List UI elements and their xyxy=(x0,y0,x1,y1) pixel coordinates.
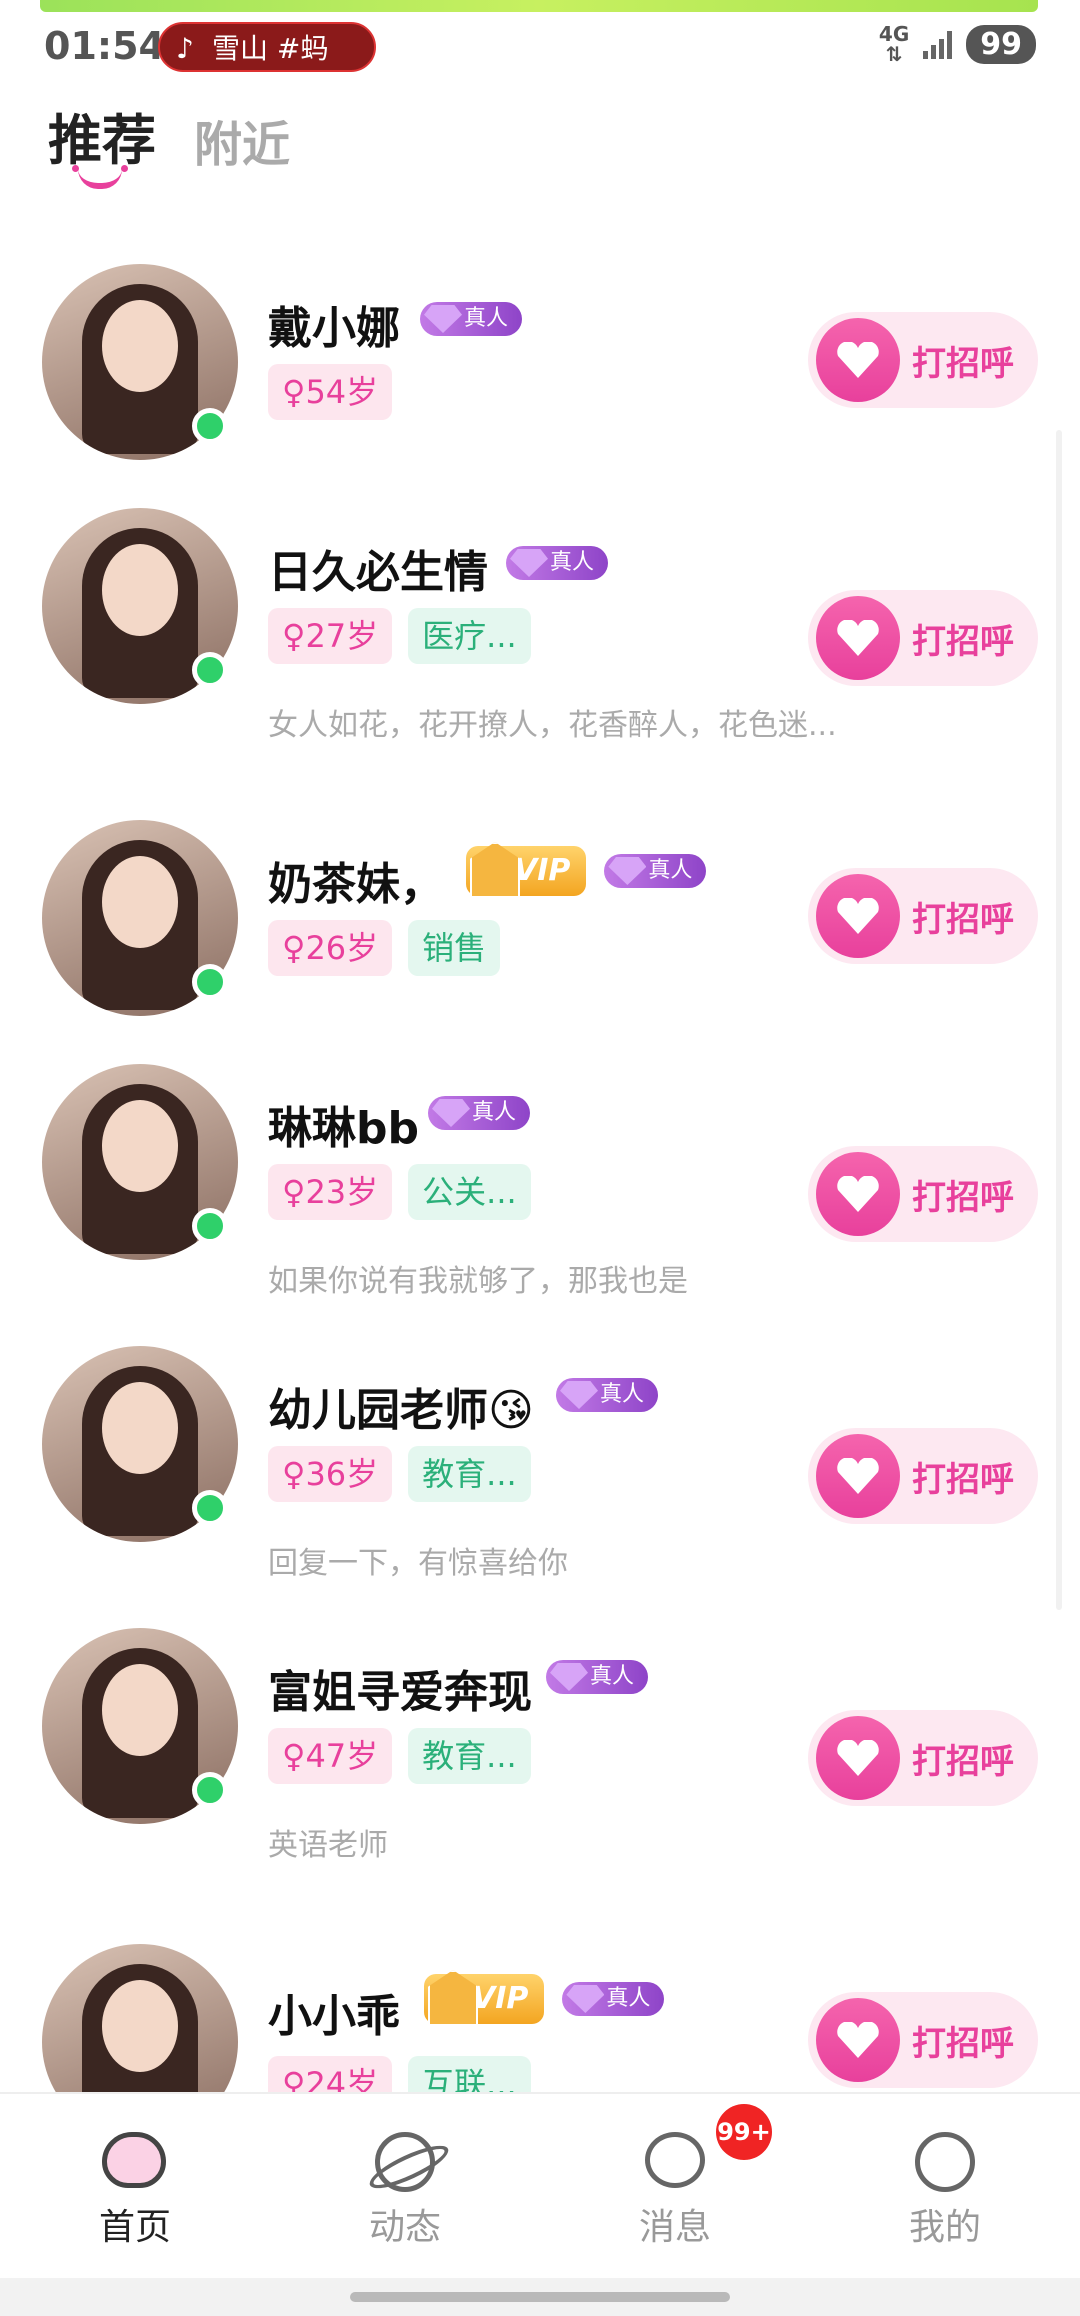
badges: 真人 xyxy=(428,1096,531,1130)
badges: VIP 真人 xyxy=(424,1970,665,2026)
age-tag: ♀23岁 xyxy=(268,1164,393,1220)
online-status-dot xyxy=(192,1208,228,1244)
battery-indicator: 99 xyxy=(966,24,1036,64)
message-count-badge: 99+ xyxy=(716,2104,772,2160)
heartbeat-icon xyxy=(816,1716,900,1800)
bottom-navigation: 首页 动态 消息 我的 xyxy=(0,2092,1080,2278)
user-tags: ♀26岁 销售 xyxy=(268,920,501,976)
user-name: 琳琳bb xyxy=(268,1103,419,1154)
user-tags: ♀27岁 医疗... xyxy=(268,608,531,664)
user-name: 日久必生情 xyxy=(268,547,488,598)
heartbeat-icon xyxy=(816,318,900,402)
top-banner-strip xyxy=(40,0,1038,12)
job-tag: 教育... xyxy=(408,1728,531,1784)
heartbeat-icon xyxy=(816,874,900,958)
greet-button[interactable]: 打招呼 xyxy=(808,1146,1038,1242)
verified-badge: 真人 xyxy=(428,1096,531,1130)
heartbeat-icon xyxy=(816,596,900,680)
user-bio: 英语老师 xyxy=(268,1828,388,1863)
nav-me[interactable]: 我的 xyxy=(810,2094,1080,2278)
active-tab-indicator-icon xyxy=(72,165,128,189)
verified-badge: 真人 xyxy=(562,1982,665,2016)
user-name: 富姐寻爱奔现 xyxy=(268,1667,532,1718)
gesture-area xyxy=(0,2278,1080,2316)
online-status-dot xyxy=(192,652,228,688)
user-tags: ♀47岁 教育... xyxy=(268,1728,531,1784)
diamond-icon xyxy=(560,1381,598,1409)
planet-icon xyxy=(372,2132,438,2192)
diamond-icon xyxy=(550,1663,588,1691)
user-name: 戴小娜 xyxy=(268,303,400,354)
job-tag: 医疗... xyxy=(408,608,531,664)
tab-recommend[interactable]: 推荐 xyxy=(48,96,156,189)
status-bar: 01:54 ♪ 雪山 #蚂 4G ⇅ 99 xyxy=(0,16,1080,80)
home-indicator[interactable] xyxy=(350,2292,730,2302)
badges: 真人 xyxy=(420,302,523,336)
network-icon: 4G ⇅ xyxy=(878,22,910,66)
user-bio: 回复一下，有惊喜给你 xyxy=(268,1546,568,1581)
tab-nearby[interactable]: 附近 xyxy=(194,105,290,175)
user-bio: 如果你说有我就够了，那我也是 xyxy=(268,1264,688,1299)
diamond-icon xyxy=(510,549,548,577)
greet-button[interactable]: 打招呼 xyxy=(808,1710,1038,1806)
age-tag: ♀26岁 xyxy=(268,920,393,976)
heartbeat-icon xyxy=(816,1434,900,1518)
notification-pill[interactable]: ♪ 雪山 #蚂 xyxy=(158,22,376,72)
greet-button[interactable]: 打招呼 xyxy=(808,1992,1038,2088)
heartbeat-icon xyxy=(816,1998,900,2082)
job-tag: 教育... xyxy=(408,1446,531,1502)
system-icons: 4G ⇅ 99 xyxy=(879,24,1036,64)
online-status-dot xyxy=(192,964,228,1000)
verified-badge: 真人 xyxy=(556,1378,659,1412)
chat-bubble-icon xyxy=(642,2132,708,2188)
verified-badge: 真人 xyxy=(546,1660,649,1694)
diamond-icon xyxy=(608,857,647,885)
verified-badge: 真人 xyxy=(420,302,523,336)
scrollbar[interactable] xyxy=(1056,430,1062,1610)
online-status-dot xyxy=(192,408,228,444)
nav-moments[interactable]: 动态 xyxy=(270,2094,540,2278)
notification-text: 雪山 #蚂 xyxy=(212,32,329,65)
badges: 真人 xyxy=(506,546,609,580)
verified-badge: 真人 xyxy=(604,854,707,888)
diamond-icon xyxy=(424,305,462,333)
greet-button[interactable]: 打招呼 xyxy=(808,1428,1038,1524)
crown-icon xyxy=(470,842,520,898)
job-tag: 销售 xyxy=(408,920,501,976)
badges: 真人 xyxy=(546,1660,649,1694)
user-name: 奶茶妹， xyxy=(268,859,444,910)
online-status-dot xyxy=(192,1490,228,1526)
user-tags: ♀36岁 教育... xyxy=(268,1446,531,1502)
badges: VIP 真人 xyxy=(466,842,707,898)
greet-button[interactable]: 打招呼 xyxy=(808,312,1038,408)
signal-icon xyxy=(923,29,953,59)
online-status-dot xyxy=(192,1772,228,1808)
age-tag: ♀36岁 xyxy=(268,1446,393,1502)
age-tag: ♀27岁 xyxy=(268,608,393,664)
vip-badge: VIP xyxy=(466,842,587,898)
top-tabs: 推荐 附近 xyxy=(48,96,290,189)
crown-icon xyxy=(428,1970,478,2026)
greet-button[interactable]: 打招呼 xyxy=(808,868,1038,964)
user-tags: ♀23岁 公关... xyxy=(268,1164,531,1220)
user-bio: 女人如花，花开撩人，花香醉人，花色迷... xyxy=(268,708,837,743)
nav-home[interactable]: 首页 xyxy=(0,2094,270,2278)
verified-badge: 真人 xyxy=(506,546,609,580)
heartbeat-icon xyxy=(816,1152,900,1236)
age-tag: ♀47岁 xyxy=(268,1728,393,1784)
clock: 01:54 xyxy=(44,24,165,68)
tiktok-icon: ♪ xyxy=(176,32,194,65)
badges: 真人 xyxy=(556,1378,659,1412)
diamond-icon xyxy=(432,1099,470,1127)
job-tag: 公关... xyxy=(408,1164,531,1220)
user-name: 幼儿园老师😘 xyxy=(268,1385,534,1436)
home-heart-icon xyxy=(102,2132,168,2188)
diamond-icon xyxy=(566,1985,605,2013)
greet-button[interactable]: 打招呼 xyxy=(808,590,1038,686)
vip-badge: VIP xyxy=(424,1970,545,2026)
user-tags: ♀54岁 xyxy=(268,364,393,420)
age-tag: ♀54岁 xyxy=(268,364,393,420)
user-name: 小小乖 xyxy=(268,1991,400,2042)
profile-face-icon xyxy=(912,2132,978,2192)
